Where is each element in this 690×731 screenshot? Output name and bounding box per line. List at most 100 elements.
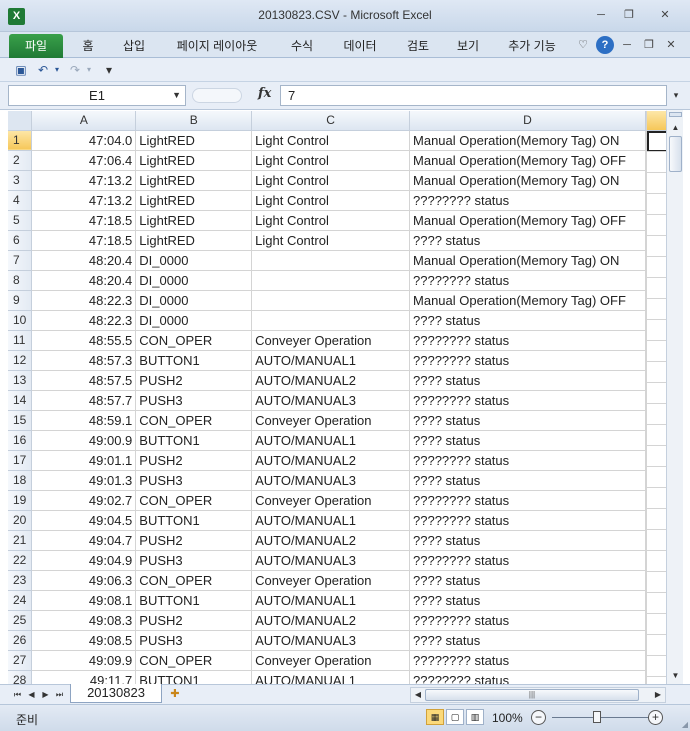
- undo-icon[interactable]: ↶: [34, 61, 52, 79]
- cell-a[interactable]: 49:11.7: [31, 670, 137, 684]
- row-header[interactable]: 13: [8, 370, 33, 391]
- cell-c[interactable]: [251, 290, 411, 311]
- next-sheet-icon[interactable]: ▶: [40, 687, 51, 702]
- row-header[interactable]: 24: [8, 590, 33, 611]
- cell-d[interactable]: ???????? status: [409, 510, 646, 531]
- cell-d[interactable]: ???????? status: [409, 650, 646, 671]
- cell-a[interactable]: 47:06.4: [31, 150, 137, 171]
- row-header[interactable]: 2: [8, 150, 33, 171]
- redo-icon[interactable]: ↷: [66, 61, 84, 79]
- page-break-view-icon[interactable]: ▥: [466, 709, 484, 725]
- cell-b[interactable]: BUTTON1: [135, 670, 253, 684]
- cell-d[interactable]: ???????? status: [409, 670, 646, 684]
- row-header[interactable]: 28: [8, 670, 33, 684]
- cell-d[interactable]: ???????? status: [409, 190, 646, 211]
- row-header[interactable]: 14: [8, 390, 33, 411]
- row-header[interactable]: 3: [8, 170, 33, 191]
- tab-data[interactable]: 데이터: [338, 36, 382, 56]
- row-header[interactable]: 6: [8, 230, 33, 251]
- cell-d[interactable]: ???????? status: [409, 490, 646, 511]
- row-header[interactable]: 15: [8, 410, 33, 431]
- scroll-left-icon[interactable]: ◀: [412, 688, 424, 702]
- row-header[interactable]: 1: [8, 130, 33, 151]
- cell-c[interactable]: AUTO/MANUAL1: [251, 350, 411, 371]
- cell-b[interactable]: LightRED: [135, 230, 253, 251]
- cell-b[interactable]: DI_0000: [135, 290, 253, 311]
- cell-b[interactable]: PUSH2: [135, 370, 253, 391]
- row-header[interactable]: 25: [8, 610, 33, 631]
- cell-b[interactable]: PUSH3: [135, 470, 253, 491]
- cell-c[interactable]: AUTO/MANUAL3: [251, 630, 411, 651]
- cell-b[interactable]: CON_OPER: [135, 330, 253, 351]
- tab-view[interactable]: 보기: [452, 36, 484, 56]
- cell-d[interactable]: ???? status: [409, 230, 646, 251]
- first-sheet-icon[interactable]: ⏮: [12, 687, 23, 702]
- worksheet-grid[interactable]: A B C D 1 47:04.0 LightRED Light Control Man…: [8, 111, 646, 684]
- tab-formulas[interactable]: 수식: [286, 36, 318, 56]
- tab-home[interactable]: 홈: [78, 36, 98, 56]
- cell-c[interactable]: Light Control: [251, 190, 411, 211]
- resize-grip-icon[interactable]: ◢: [682, 720, 688, 729]
- minimize-button[interactable]: ─: [588, 6, 614, 24]
- cell-a[interactable]: 49:02.7: [31, 490, 137, 511]
- cell-b[interactable]: BUTTON1: [135, 510, 253, 531]
- cell-d[interactable]: ???????? status: [409, 390, 646, 411]
- cell-d[interactable]: Manual Operation(Memory Tag) OFF: [409, 150, 646, 171]
- column-e-partial[interactable]: [646, 111, 667, 719]
- row-header[interactable]: 20: [8, 510, 33, 531]
- column-header-b[interactable]: B: [135, 111, 253, 131]
- cell-d[interactable]: ???????? status: [409, 550, 646, 571]
- cell-b[interactable]: BUTTON1: [135, 590, 253, 611]
- cell-b[interactable]: LightRED: [135, 150, 253, 171]
- cell-c[interactable]: AUTO/MANUAL3: [251, 390, 411, 411]
- row-header[interactable]: 22: [8, 550, 33, 571]
- column-header-a[interactable]: A: [31, 111, 137, 131]
- zoom-in-icon[interactable]: +: [648, 710, 663, 725]
- undo-dropdown-icon[interactable]: ▾: [52, 61, 62, 79]
- cell-c[interactable]: Light Control: [251, 170, 411, 191]
- cell-a[interactable]: 48:57.3: [31, 350, 137, 371]
- cell-d[interactable]: ???????? status: [409, 610, 646, 631]
- tab-file[interactable]: 파일: [9, 34, 63, 58]
- cell-d[interactable]: ???? status: [409, 370, 646, 391]
- cell-a[interactable]: 47:18.5: [31, 230, 137, 251]
- customize-qat-icon[interactable]: ▾: [100, 61, 118, 79]
- cell-d[interactable]: ???? status: [409, 570, 646, 591]
- workbook-close-button[interactable]: ✕: [662, 36, 680, 54]
- ribbon-minimize-icon[interactable]: ♡: [574, 36, 592, 54]
- row-header[interactable]: 5: [8, 210, 33, 231]
- select-all-corner[interactable]: [8, 111, 33, 131]
- sheet-tab-active[interactable]: 20130823: [70, 684, 162, 703]
- workbook-minimize-button[interactable]: ─: [618, 36, 636, 54]
- cell-c[interactable]: AUTO/MANUAL2: [251, 530, 411, 551]
- cell-c[interactable]: AUTO/MANUAL2: [251, 370, 411, 391]
- cell-c[interactable]: AUTO/MANUAL1: [251, 430, 411, 451]
- cell-a[interactable]: 48:59.1: [31, 410, 137, 431]
- cell-c[interactable]: Conveyer Operation: [251, 490, 411, 511]
- row-header[interactable]: 18: [8, 470, 33, 491]
- cell-a[interactable]: 48:57.7: [31, 390, 137, 411]
- cell-d[interactable]: Manual Operation(Memory Tag) OFF: [409, 210, 646, 231]
- cell-c[interactable]: Conveyer Operation: [251, 650, 411, 671]
- cell-b[interactable]: BUTTON1: [135, 350, 253, 371]
- vertical-scroll-thumb[interactable]: [669, 136, 682, 172]
- cell-a[interactable]: 47:13.2: [31, 170, 137, 191]
- zoom-out-icon[interactable]: −: [531, 710, 546, 725]
- cell-b[interactable]: PUSH3: [135, 630, 253, 651]
- cell-d[interactable]: Manual Operation(Memory Tag) ON: [409, 130, 646, 151]
- column-header-c[interactable]: C: [251, 111, 411, 131]
- cell-b[interactable]: CON_OPER: [135, 650, 253, 671]
- workbook-restore-button[interactable]: ❐: [640, 36, 658, 54]
- cell-d[interactable]: ???????? status: [409, 270, 646, 291]
- help-icon[interactable]: ?: [596, 36, 614, 54]
- cell-b[interactable]: BUTTON1: [135, 430, 253, 451]
- cell-a[interactable]: 49:09.9: [31, 650, 137, 671]
- cell-a[interactable]: 49:01.3: [31, 470, 137, 491]
- close-button[interactable]: ✕: [652, 6, 678, 24]
- cell-a[interactable]: 49:08.1: [31, 590, 137, 611]
- cell-a[interactable]: 48:20.4: [31, 250, 137, 271]
- formula-splitter[interactable]: [192, 88, 242, 103]
- cell-b[interactable]: LightRED: [135, 190, 253, 211]
- cell-a[interactable]: 49:04.9: [31, 550, 137, 571]
- redo-dropdown-icon[interactable]: ▾: [84, 61, 94, 79]
